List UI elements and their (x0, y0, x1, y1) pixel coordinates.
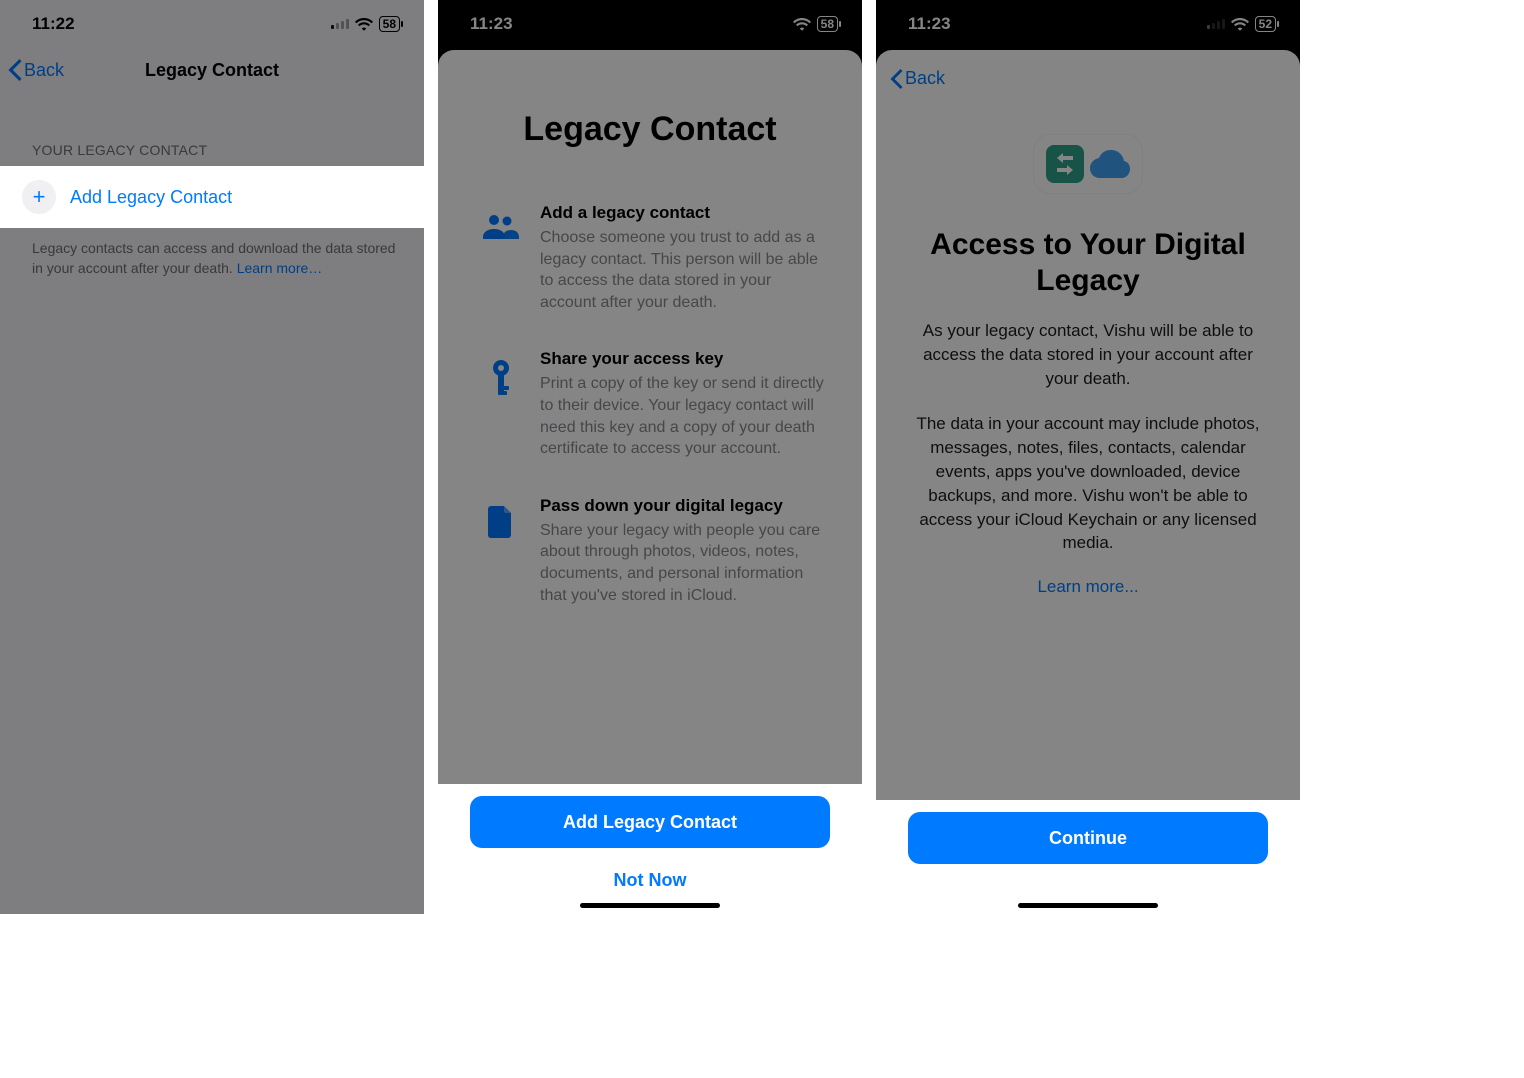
status-time: 11:22 (32, 14, 75, 34)
back-button[interactable]: Back (876, 50, 1300, 89)
status-bar: 11:22 58 (0, 0, 424, 48)
back-label: Back (24, 60, 64, 81)
status-time: 11:23 (908, 14, 951, 34)
learn-more-link[interactable]: Learn more… (237, 260, 323, 276)
sheet-title: Legacy Contact (438, 50, 862, 203)
add-legacy-contact-button[interactable]: Add Legacy Contact (470, 796, 830, 848)
home-indicator[interactable] (580, 903, 720, 908)
cloud-icon (1090, 150, 1130, 178)
info-body: Print a copy of the key or send it direc… (540, 373, 828, 459)
back-label: Back (905, 68, 945, 89)
nav-bar: Back Legacy Contact (0, 48, 424, 92)
sheet: Back Access to Your Digital Legacy As yo… (876, 50, 1300, 914)
info-row-pass-down: Pass down your digital legacy Share your… (438, 496, 862, 642)
body-paragraph-2: The data in your account may include pho… (876, 412, 1300, 577)
info-heading: Add a legacy contact (540, 203, 828, 223)
people-icon (482, 203, 520, 313)
transfer-icon (1046, 145, 1084, 183)
screen-legacy-intro: 11:23 58 Legacy Contact Add a legacy con… (438, 0, 862, 914)
battery-icon: 58 (379, 16, 400, 32)
status-bar: 11:23 52 (876, 0, 1300, 48)
screen-access-digital-legacy: 11:23 52 Back Access to Y (876, 0, 1300, 914)
sheet: Legacy Contact Add a legacy contact Choo… (438, 50, 862, 914)
page-title: Access to Your Digital Legacy (876, 227, 1300, 319)
info-body: Choose someone you trust to add as a leg… (540, 227, 828, 313)
home-indicator[interactable] (1018, 903, 1158, 908)
info-row-add-contact: Add a legacy contact Choose someone you … (438, 203, 862, 349)
status-bar: 11:23 58 (438, 0, 862, 48)
legacy-icon (876, 89, 1300, 227)
back-button[interactable]: Back (0, 59, 64, 81)
info-body: Share your legacy with people you care a… (540, 520, 828, 606)
section-header: YOUR LEGACY CONTACT (0, 92, 424, 166)
cellular-icon (1207, 19, 1225, 29)
battery-icon: 58 (817, 16, 838, 32)
cellular-icon (331, 19, 349, 29)
wifi-icon (1231, 17, 1249, 31)
document-icon (482, 496, 520, 606)
battery-icon: 52 (1255, 16, 1276, 32)
status-time: 11:23 (470, 14, 513, 34)
bottom-button-bar: Continue (876, 800, 1300, 914)
info-row-share-key: Share your access key Print a copy of th… (438, 349, 862, 495)
wifi-icon (355, 17, 373, 31)
not-now-button[interactable]: Not Now (470, 856, 830, 904)
screen-settings-list: 11:22 58 Back Legacy Contact YOUR LEGACY… (0, 0, 424, 914)
body-paragraph-1: As your legacy contact, Vishu will be ab… (876, 319, 1300, 412)
info-heading: Pass down your digital legacy (540, 496, 828, 516)
plus-icon: + (22, 180, 56, 214)
wifi-icon (793, 17, 811, 31)
bottom-button-bar: Add Legacy Contact Not Now (438, 784, 862, 914)
key-icon (482, 349, 520, 459)
section-footer: Legacy contacts can access and download … (0, 228, 424, 279)
page-title: Legacy Contact (145, 60, 279, 81)
info-heading: Share your access key (540, 349, 828, 369)
continue-button[interactable]: Continue (908, 812, 1268, 864)
learn-more-link[interactable]: Learn more... (876, 577, 1300, 597)
add-legacy-contact-label: Add Legacy Contact (70, 187, 232, 208)
add-legacy-contact-row[interactable]: + Add Legacy Contact (0, 166, 424, 228)
